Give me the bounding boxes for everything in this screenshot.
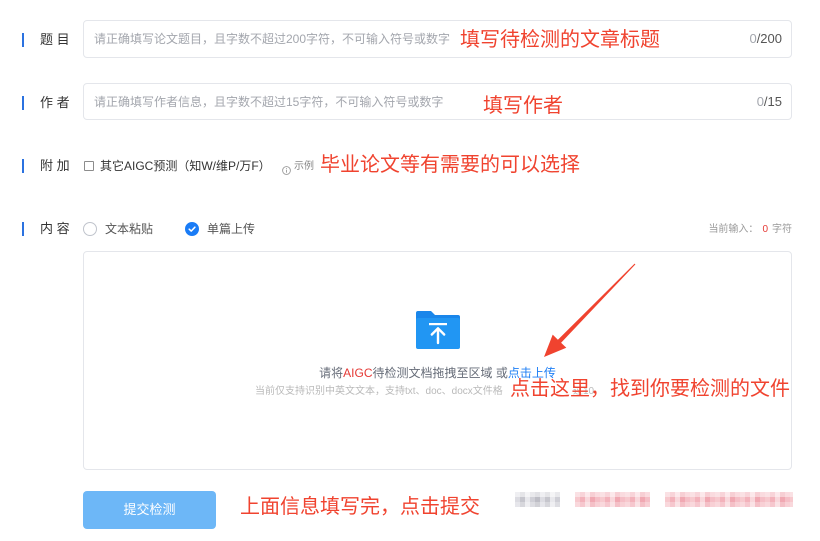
annotation-extra: 毕业论文等有需要的可以选择 <box>320 154 580 176</box>
author-label: 作 者 <box>40 95 70 110</box>
radio-text-paste[interactable] <box>83 222 97 236</box>
radio-single-upload-label[interactable]: 单篇上传 <box>207 221 255 237</box>
upload-dropzone[interactable] <box>83 251 792 470</box>
counter-value: 0 <box>762 224 768 235</box>
title-char-counter: 0/200 <box>749 31 782 47</box>
author-char-max: /15 <box>763 93 782 109</box>
annotation-author: 填写作者 <box>483 95 563 117</box>
check-icon <box>188 226 196 232</box>
author-label-bar <box>22 96 24 110</box>
radio-text-paste-label[interactable]: 文本粘贴 <box>105 221 153 237</box>
title-char-max: /200 <box>756 31 782 46</box>
folder-upload-icon[interactable] <box>416 309 460 349</box>
content-label-bar <box>22 222 24 236</box>
radio-single-upload[interactable] <box>185 222 199 236</box>
counter-prefix: 当前输入： <box>708 224 759 235</box>
upload-prompt-before: 请将 <box>319 366 344 380</box>
example-link[interactable]: 示例 <box>294 160 314 174</box>
redacted-area <box>515 492 560 507</box>
annotation-submit: 上面信息填写完，点击提交 <box>240 496 480 518</box>
aigc-predict-checkbox[interactable] <box>84 161 94 171</box>
aigc-predict-label[interactable]: 其它AIGC预测（知W/维P/万F） <box>100 158 271 174</box>
redacted-area <box>665 492 793 507</box>
submit-button[interactable]: 提交检测 <box>83 491 216 529</box>
annotation-upload: 点击这里，找到你要检测的文件 <box>510 378 790 400</box>
extra-label-bar <box>22 159 24 173</box>
redacted-area <box>575 492 650 507</box>
upload-prompt-aigc: AIGC <box>343 366 373 380</box>
upload-hint: 当前仅支持识别中英文文本，支持txt、doc、docx文件格 <box>255 386 503 397</box>
counter-suffix: 字符 <box>772 224 792 235</box>
title-label-bar <box>22 33 24 47</box>
info-icon[interactable] <box>282 162 291 175</box>
content-input-counter: 当前输入： 0 字符 <box>708 223 792 237</box>
author-char-counter: 0/15 <box>757 94 782 110</box>
author-input[interactable] <box>94 84 714 119</box>
aigc-detection-page: 题 目 0/200 填写待检测的文章标题 作 者 0/15 填写作者 附 加 其… <box>0 0 820 541</box>
annotation-title: 填写待检测的文章标题 <box>460 29 660 51</box>
title-field[interactable]: 0/200 <box>83 20 792 58</box>
extra-label: 附 加 <box>40 158 70 173</box>
content-label: 内 容 <box>40 221 70 236</box>
title-label: 题 目 <box>40 32 70 47</box>
upload-prompt-middle: 待检测文档拖拽至区域 或 <box>372 366 508 380</box>
author-field[interactable]: 0/15 <box>83 83 792 120</box>
